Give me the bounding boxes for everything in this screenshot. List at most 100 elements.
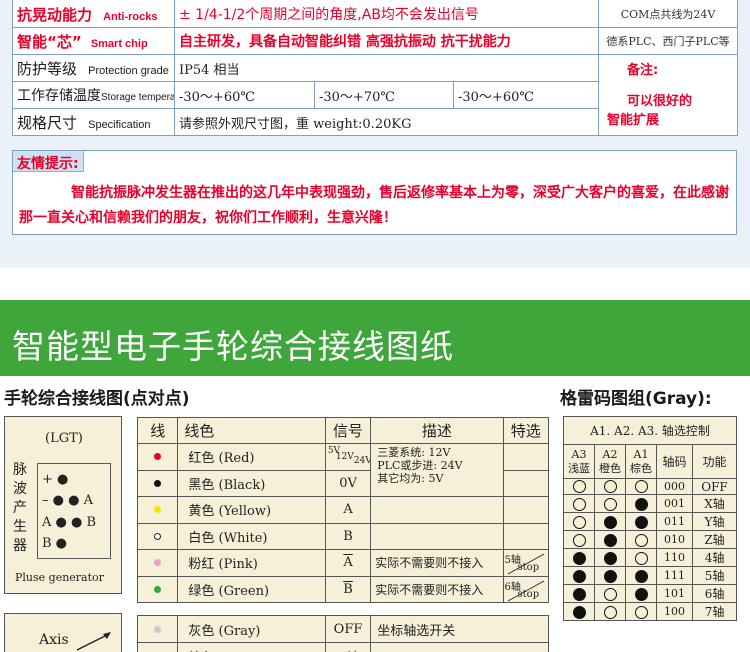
wire-signal: B: [324, 522, 372, 550]
empty-circle-icon: [572, 497, 586, 511]
axis-arrow-icon: [76, 632, 111, 651]
gray-code-table: A1. A2. A3. 轴选控制 A3 浅蓝 A2 橙色 A1 棕色 轴码 功能 00…: [562, 416, 738, 622]
axis-selector-box: Axis: [4, 613, 122, 652]
gray-code: 110: [656, 548, 693, 568]
wire-desc: 实际不需要则不接入: [370, 575, 504, 603]
gray-code: 011: [656, 512, 693, 532]
col-a1: A1 棕色: [625, 444, 657, 479]
spec-side-note: 备注:: [598, 54, 739, 82]
filled-circle-icon: [634, 515, 648, 529]
filled-circle-icon: [572, 587, 586, 601]
spec-side-note: 智能扩展: [598, 108, 739, 136]
green-wire-dot: [154, 585, 162, 593]
filled-circle-icon: [572, 551, 586, 565]
spec-row-smart-chip: 智能“芯” Smart chip 自主研发，具备自动智能纠错 高强抗振动 抗干扰…: [12, 27, 739, 55]
col-a3: A3 浅蓝: [563, 444, 595, 479]
notice-box: 友情提示: 智能抗振脉冲发生器在推出的这几年中表现强劲，售后返修率基本上为零，深…: [12, 150, 737, 235]
col-a2: A2 橙色: [594, 444, 626, 479]
wire-signal: X轴: [324, 642, 372, 652]
spec-side-note: COM点共线为24V: [598, 0, 739, 28]
gray-header-row: A3 浅蓝 A2 橙色 A1 棕色 轴码 功能: [563, 444, 738, 479]
handwheel-caption: 手轮综合接线图(点对点): [4, 389, 190, 409]
gray-row: 101 6轴: [563, 584, 738, 604]
pin-row: + ●: [42, 472, 69, 487]
gray-code-caption: 格雷码图组(Gray):: [560, 389, 712, 409]
wire-color: 粉红 (Pink): [177, 549, 326, 577]
spec-name-cn: 抗晃动能力: [17, 5, 93, 24]
wire-signal: A: [324, 549, 372, 577]
spec-name-cn: 防护等级: [17, 59, 78, 78]
section-banner: 智能型电子手轮综合接线图纸: [0, 300, 750, 376]
empty-circle-icon: [603, 587, 617, 601]
connector-diagram: + ● – ● ● A A ● ● B B ●: [37, 463, 111, 559]
pin-row: B ●: [42, 536, 68, 551]
notice-text: 智能抗振脉冲发生器在推出的这几年中表现强劲，售后返修率基本上为零，深受广大客户的…: [19, 185, 729, 226]
empty-circle-icon: [634, 551, 648, 565]
gray-function: Z轴: [691, 530, 738, 550]
gray-code: 111: [656, 566, 693, 586]
spec-value: ± 1/4-1/2个周期之间的角度,AB均不会发出信号: [173, 0, 600, 28]
gray-code: 010: [656, 530, 693, 550]
col-signal: 信号: [324, 417, 372, 444]
gray-function: X轴: [691, 494, 738, 514]
wiring-table: 线 线色 信号 描述 特选 红色 (Red) 5V 12V 24V 三菱系统: …: [136, 417, 550, 603]
banner-title: 智能型电子手轮综合接线图纸: [12, 327, 454, 366]
gray-title: A1. A2. A3. 轴选控制: [562, 416, 738, 445]
table-row: 绿色 (Green) B 实际不需要则不接入 6轴 stop: [136, 575, 550, 603]
pulse-generator-box: (LGT) 脉波产生器 + ● – ● ● A A ● ● B B ● Plus…: [4, 416, 122, 594]
wire-signal: A: [324, 496, 372, 524]
gray-row: 000 OFF: [563, 477, 738, 496]
white-wire-dot: [154, 532, 162, 540]
axis-wiring-table: 灰色 (Gray) OFF 坐标轴选开关 棕色 (Brown) X轴: [136, 615, 549, 652]
spec-name-en: Storage temperature: [101, 92, 174, 103]
table-row: 红色 (Red) 5V 12V 24V 三菱系统: 12V PLC或步进: 24…: [136, 443, 550, 497]
empty-circle-icon: [572, 515, 586, 529]
filled-circle-icon: [603, 533, 617, 547]
gray-function: 6轴: [691, 584, 738, 604]
wire-signal: 5V 12V 24V: [324, 443, 372, 471]
filled-circle-icon: [603, 515, 617, 529]
spec-row-protection: 防护等级 Protection grade IP54 相当 备注:: [12, 54, 739, 82]
col-line: 线: [136, 417, 179, 444]
filled-circle-icon: [634, 587, 648, 601]
spec-temp-1: -30～+60℃: [174, 81, 315, 109]
spec-name-cn: 智能“芯”: [17, 32, 82, 51]
spec-row-temperature: 工作存储温度Storage temperature -30～+60℃ -30～+…: [12, 81, 739, 109]
wire-special: 6轴 stop: [502, 575, 550, 603]
table-row: 白色 (White) B: [136, 522, 550, 550]
gray-function: 4轴: [691, 548, 738, 568]
pin-row: – ● ● A: [42, 493, 93, 508]
spec-name-cn: 规格尺寸: [17, 113, 78, 132]
gray-row: 011 Y轴: [563, 512, 738, 532]
spec-name-cn: 工作存储温度: [17, 88, 101, 104]
filled-circle-icon: [572, 605, 586, 619]
table-row: 棕色 (Brown) X轴: [136, 642, 549, 652]
filled-circle-icon: [634, 569, 648, 583]
spec-value: 自主研发，具备自动智能纠错 高强抗振动 抗干扰能力: [173, 27, 600, 55]
wire-desc: 实际不需要则不接入: [370, 549, 504, 577]
spec-row-spec: 规格尺寸 Specification 请参照外观尺寸图，重 weight:0.2…: [12, 108, 739, 136]
table-row: 灰色 (Gray) OFF 坐标轴选开关: [136, 615, 549, 643]
wire-signal: OFF: [324, 615, 372, 643]
gray-title-row: A1. A2. A3. 轴选控制: [562, 416, 738, 445]
spec-name-en: Anti-rocks: [103, 10, 158, 23]
wiring-header-row: 线 线色 信号 描述 特选: [136, 417, 550, 444]
axis-label: Axis: [39, 632, 69, 648]
spec-name-en: Smart chip: [90, 37, 148, 50]
wire-signal: B: [324, 575, 372, 603]
pin-row: A ● ● B: [42, 515, 97, 530]
spec-row-anti-rocks: 抗晃动能力 Anti-rocks ± 1/4-1/2个周期之间的角度,AB均不会…: [12, 0, 739, 28]
wire-color: 绿色 (Green): [177, 575, 326, 603]
wire-color: 黄色 (Yellow): [177, 496, 326, 524]
gray-function: Y轴: [691, 512, 738, 532]
gray-row: 100 7轴: [563, 602, 738, 622]
gray-wire-dot: [154, 625, 162, 633]
col-code: 轴码: [656, 444, 693, 479]
wire-color: 红色 (Red): [177, 443, 326, 471]
wire-color: 棕色 (Brown): [177, 642, 326, 652]
wire-desc: 三菱系统: 12V PLC或步进: 24V 其它均为: 5V: [370, 443, 504, 497]
gray-row: 010 Z轴: [563, 530, 738, 550]
spec-name-en: Specification: [88, 118, 151, 131]
col-desc: 描述: [370, 417, 504, 444]
pink-wire-dot: [154, 559, 162, 567]
